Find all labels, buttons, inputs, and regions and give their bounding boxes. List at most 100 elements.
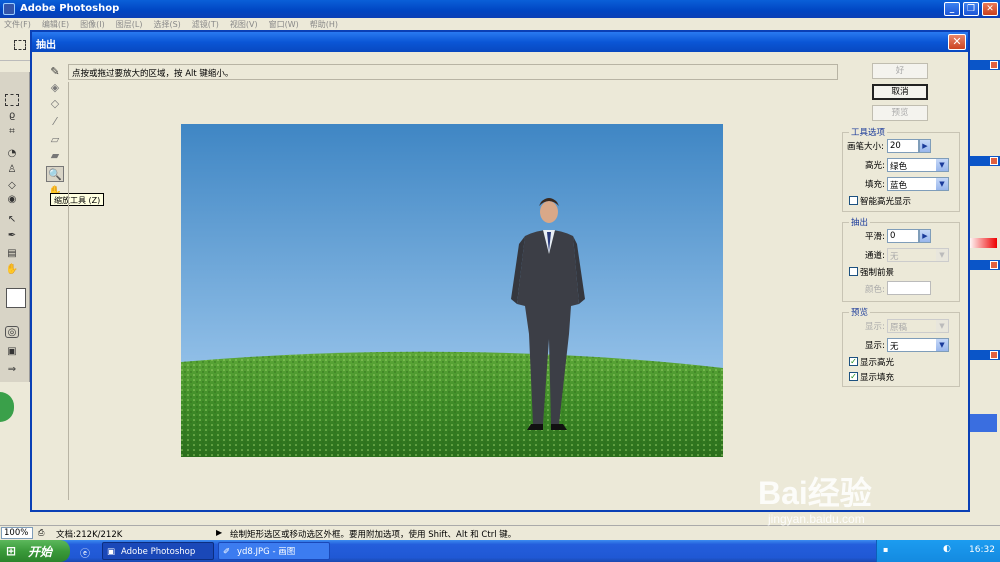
blur-tool-icon[interactable]: ◉ <box>5 194 19 206</box>
palette-close-icon[interactable] <box>990 261 998 269</box>
fill-select-value: 蓝色 <box>890 181 908 191</box>
crop-tool-icon[interactable]: ⌗ <box>5 126 19 138</box>
chevron-down-icon: ▼ <box>936 159 948 171</box>
palette-close-icon[interactable] <box>990 351 998 359</box>
smooth-label: 平滑: <box>865 232 885 242</box>
show-view-select[interactable]: 原稿 ▼ <box>887 319 949 333</box>
ok-button[interactable]: 好 <box>872 63 928 79</box>
stamp-tool-icon[interactable]: ♙ <box>5 164 19 176</box>
lasso-tool-icon[interactable]: ϱ <box>5 110 19 122</box>
watermark-url: jingyan.baidu.com <box>768 512 865 526</box>
menu-select[interactable]: 选择(S) <box>153 19 180 30</box>
layer-selected-row[interactable] <box>969 414 997 432</box>
taskbar-paint[interactable]: ✐ yd8.JPG - 画图 <box>218 542 330 560</box>
fill-icon[interactable]: ◈ <box>46 80 64 96</box>
foreground-color-swatch[interactable] <box>6 288 26 308</box>
show-highlight-checkbox[interactable]: ✓ <box>849 357 858 366</box>
move-tool-icon[interactable]: ↖ <box>5 214 19 226</box>
hint-bar: 点按或拖过要放大的区域，按 Alt 键缩小。 <box>68 64 838 80</box>
color-ramp[interactable] <box>969 238 997 248</box>
smooth-slider-button[interactable]: ▶ <box>919 229 931 243</box>
smooth-input[interactable]: 0 <box>887 229 919 243</box>
palette-close-icon[interactable] <box>990 61 998 69</box>
status-message: 绘制矩形选区或移动选区外框。要用附加选项，使用 Shift、Alt 和 Ctrl… <box>230 530 517 540</box>
preview-group: 预览 显示: 原稿 ▼ 显示: 无 ▼ ✓ 显示高光 ✓ 显示填充 <box>842 306 960 387</box>
app-close-button[interactable]: ✕ <box>982 2 998 16</box>
jump-to-imageready-icon[interactable]: ⇒ <box>5 364 19 376</box>
start-label: 开始 <box>28 545 53 559</box>
toolbox: ϱ ⌗ ◔ ♙ ◇ ◉ ↖ ✒ ▤ ✋ ◎ ▣ ⇒ <box>0 72 30 382</box>
menu-window[interactable]: 窗口(W) <box>269 19 299 30</box>
show-view-label: 显示: <box>865 322 885 332</box>
pen-tool-icon[interactable]: ✒ <box>5 230 19 242</box>
chevron-down-icon: ▼ <box>936 339 948 351</box>
highlight-select[interactable]: 绿色 ▼ <box>887 158 949 172</box>
menu-help[interactable]: 帮助(H) <box>310 19 338 30</box>
tray-icon[interactable]: ▪ <box>883 545 888 554</box>
status-arrow-icon[interactable]: ▶ <box>216 528 222 537</box>
edge-touchup-icon[interactable]: ▰ <box>46 148 64 164</box>
cancel-button[interactable]: 取消 <box>872 84 928 100</box>
smart-highlight-checkbox[interactable] <box>849 196 858 205</box>
force-foreground-checkbox[interactable] <box>849 267 858 276</box>
hand-tool-icon[interactable]: ✋ <box>5 264 19 276</box>
zoom-level-field[interactable]: 100% <box>1 527 33 539</box>
show-display-value: 无 <box>890 342 899 352</box>
minimize-button[interactable]: _ <box>944 2 960 16</box>
channel-select-value: 无 <box>890 252 899 262</box>
menu-file[interactable]: 文件(F) <box>4 19 31 30</box>
quickmask-icon[interactable]: ◎ <box>5 326 19 338</box>
fill-label: 填充: <box>865 180 885 190</box>
restore-button[interactable]: ❐ <box>963 2 979 16</box>
force-foreground-label: 强制前景 <box>860 268 895 278</box>
preview-image[interactable] <box>181 124 723 457</box>
menu-image[interactable]: 图像(I) <box>80 19 105 30</box>
fill-select[interactable]: 蓝色 ▼ <box>887 177 949 191</box>
show-fill-label: 显示填充 <box>860 373 895 383</box>
app-titlebar: Adobe Photoshop _ ❐ ✕ <box>0 0 1000 18</box>
extraction-group: 抽出 平滑: 0 ▶ 通道: 无 ▼ 强制前景 颜色: <box>842 216 960 302</box>
doc-size[interactable]: 文档:212K/212K <box>56 528 122 540</box>
notes-tool-icon[interactable]: ▤ <box>5 248 19 260</box>
taskbar: ⊞ 开始 ⓔ ▣ Adobe Photoshop ✐ yd8.JPG - 画图 … <box>0 540 1000 562</box>
marquee-option-icon[interactable] <box>14 40 26 50</box>
menu-edit[interactable]: 编辑(E) <box>42 19 69 30</box>
watermark-logo: Bai经验 <box>758 475 872 511</box>
channel-select[interactable]: 无 ▼ <box>887 248 949 262</box>
zoom-icon[interactable]: 🔍 <box>46 166 64 182</box>
palette-close-icon[interactable] <box>990 157 998 165</box>
cleanup-icon[interactable]: ▱ <box>46 132 64 148</box>
menu-layer[interactable]: 图层(L) <box>116 19 143 30</box>
eyedropper-icon[interactable]: ⁄ <box>46 114 64 130</box>
preview-button[interactable]: 预览 <box>872 105 928 121</box>
extract-dialog: 抽出 ✕ ✎ ◈ ◇ ⁄ ▱ ▰ 🔍 ✋ 缩放工具 (Z) 点按或拖过要放大的区… <box>30 30 970 512</box>
highlight-label: 高光: <box>865 161 885 171</box>
clock[interactable]: 16:32 <box>969 545 995 555</box>
taskbar-paint-label: yd8.JPG - 画图 <box>237 547 296 557</box>
paint-task-icon: ✐ <box>223 547 231 557</box>
menu-view[interactable]: 视图(V) <box>230 19 258 30</box>
menu-filter[interactable]: 滤镜(T) <box>192 19 219 30</box>
tray-network-icon[interactable]: ◐ <box>943 544 951 554</box>
healing-tool-icon[interactable]: ◔ <box>5 148 19 160</box>
taskbar-photoshop[interactable]: ▣ Adobe Photoshop <box>102 542 214 560</box>
extract-tools: ✎ ◈ ◇ ⁄ ▱ ▰ 🔍 ✋ <box>44 64 66 198</box>
marquee-tool-icon[interactable] <box>5 94 19 106</box>
dialog-close-button[interactable]: ✕ <box>948 34 966 50</box>
doc-info-icon: ⎙ <box>38 528 45 537</box>
quicklaunch-ie-icon[interactable]: ⓔ <box>80 545 92 560</box>
screen-mode-icon[interactable]: ▣ <box>5 346 19 358</box>
show-display-select[interactable]: 无 ▼ <box>887 338 949 352</box>
color-swatch-field[interactable] <box>887 281 931 295</box>
start-button[interactable]: ⊞ 开始 <box>0 540 70 562</box>
eraser-icon[interactable]: ◇ <box>46 96 64 112</box>
highlight-select-value: 绿色 <box>890 162 908 172</box>
tool-options-group: 工具选项 画笔大小: 20 ▶ 高光: 绿色 ▼ 填充: 蓝色 ▼ 智能高光显示 <box>842 126 960 212</box>
brush-size-input[interactable]: 20 <box>887 139 919 153</box>
ps-task-icon: ▣ <box>107 547 116 557</box>
eraser-tool-icon[interactable]: ◇ <box>5 180 19 192</box>
show-fill-checkbox[interactable]: ✓ <box>849 372 858 381</box>
brush-size-slider-button[interactable]: ▶ <box>919 139 931 153</box>
edge-highlighter-icon[interactable]: ✎ <box>46 64 64 80</box>
side-badge-icon <box>0 392 14 422</box>
